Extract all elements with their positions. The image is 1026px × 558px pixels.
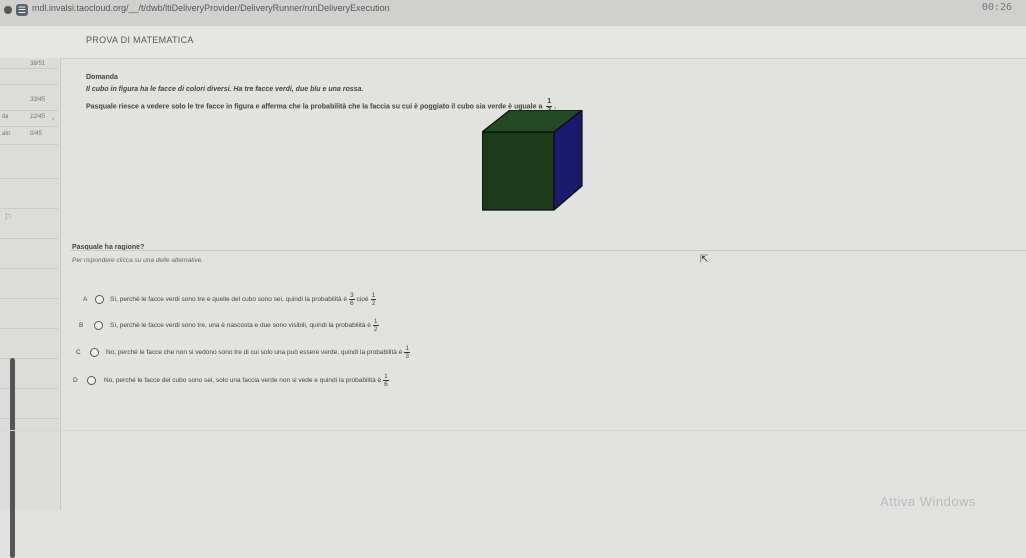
option-text: No, perché le facce che non si vedono so… [106,345,412,360]
fraction: 1 3 [404,345,410,360]
option-letter: C [76,349,81,356]
option-text-body: Sì, perché le facce verdi sono tre e que… [110,296,348,303]
answer-option-d[interactable]: D No, perché le facce del cubo sono sei,… [62,370,622,392]
fraction: 3 6 [349,292,355,307]
tab-dot-icon [4,6,12,14]
question-text: Il cubo in figura ha le facce di colori … [86,86,364,93]
sidebar-divider [0,84,58,85]
exam-header: PROVA DI MATEMATICA [0,26,1026,59]
sidebar-row[interactable]: 38/51 [0,58,60,72]
sidebar-row[interactable]: ato 0/45 [0,128,60,142]
option-text-mid: cioè [356,296,369,303]
answer-option-b[interactable]: B Sì, perché le facce verdi sono tre, un… [62,316,622,338]
flag-icon[interactable]: ⚐ [4,212,12,223]
fraction-numerator: 1 [383,373,389,381]
address-bar[interactable]: mdl.invalsi.taocloud.org/__/t/dwb/ltiDel… [32,3,390,13]
sidebar-divider [0,388,58,389]
progress-sidebar: 38/51 33/45 ita 12/45 ato 0/45 ⚐ [0,58,61,558]
sidebar-divider [0,126,58,127]
sidebar-divider [0,328,58,329]
option-text-body: No, perché le facce del cubo sono sei, s… [104,377,382,384]
fraction: 1 6 [383,373,389,388]
fraction: 1 2 [370,292,377,307]
exam-title: PROVA DI MATEMATICA [86,35,194,45]
sidebar-row-value: 38/51 [30,61,46,67]
option-letter: D [73,377,78,384]
sidebar-divider [0,144,58,145]
browser-bar: ☰ mdl.invalsi.taocloud.org/__/t/dwb/ltiD… [0,0,1026,27]
sidebar-row-value: 33/45 [30,97,46,103]
footer-divider [0,430,1026,431]
option-radio[interactable] [87,376,96,385]
option-letter: A [83,296,88,303]
content-divider [70,250,1026,251]
option-letter: B [79,322,84,329]
question-panel: Domanda Il cubo in figura ha le facce di… [62,58,1026,510]
option-radio[interactable] [90,348,99,357]
fraction-denominator: 2 [373,326,378,333]
fraction-denominator: 2 [371,300,376,307]
option-text: Sì, perché le facce verdi sono tre, una … [110,318,381,333]
option-text-body: Sì, perché le facce verdi sono tre, una … [110,322,371,329]
fraction-numerator: 1 [370,292,377,300]
fraction-numerator: 3 [349,292,355,300]
collapse-chevron-icon[interactable]: ‹ [52,114,55,123]
option-text: No, perché le facce del cubo sono sei, s… [104,373,391,388]
sidebar-divider [0,178,58,179]
exam-timer: 00:26 [981,2,1012,13]
fraction: 1 2 [372,318,379,333]
question-label: Domanda [86,74,118,81]
sidebar-divider [0,268,58,269]
sidebar-row-label: ita [2,114,9,120]
sidebar-divider [0,238,58,239]
sidebar-divider [0,418,58,419]
question-claim-text: Pasquale riesce a vedere solo le tre fac… [86,103,543,111]
option-text: Sì, perché le facce verdi sono tre e que… [110,292,378,307]
site-favicon-icon: ☰ [16,4,28,16]
sidebar-scrollbar[interactable] [10,358,15,558]
fraction-numerator: 1 [372,318,379,326]
answer-option-a[interactable]: A Sì, perché le facce verdi sono tre e q… [62,290,622,312]
sidebar-divider [0,298,58,299]
option-text-body: No, perché le facce che non si vedono so… [106,349,403,356]
answer-option-c[interactable]: C No, perché le facce che non si vedono … [62,342,622,364]
option-radio[interactable] [95,295,104,304]
fraction-denominator: 6 [350,300,354,307]
fraction-numerator: 1 [404,345,410,353]
sidebar-row-value: 12/45 [30,114,46,120]
sidebar-row[interactable]: 33/45 [0,94,60,108]
answer-hint: Per rispondere clicca su una delle alter… [72,257,204,264]
cube-front-face [482,132,554,210]
fraction-denominator: 3 [405,353,409,360]
sidebar-row[interactable]: ita 12/45 [0,111,60,125]
cube-figure [482,110,583,211]
sidebar-divider [0,208,58,209]
mouse-cursor-icon: ⇱ [700,254,709,265]
fraction-denominator: 6 [384,381,388,388]
windows-activation-watermark: Attiva Windows [880,494,976,509]
option-radio[interactable] [94,321,103,330]
sidebar-row-label: ato [2,131,11,137]
sidebar-row-value: 0/45 [30,131,42,137]
sidebar-divider [0,358,58,359]
fraction-numerator: 1 [546,98,553,107]
